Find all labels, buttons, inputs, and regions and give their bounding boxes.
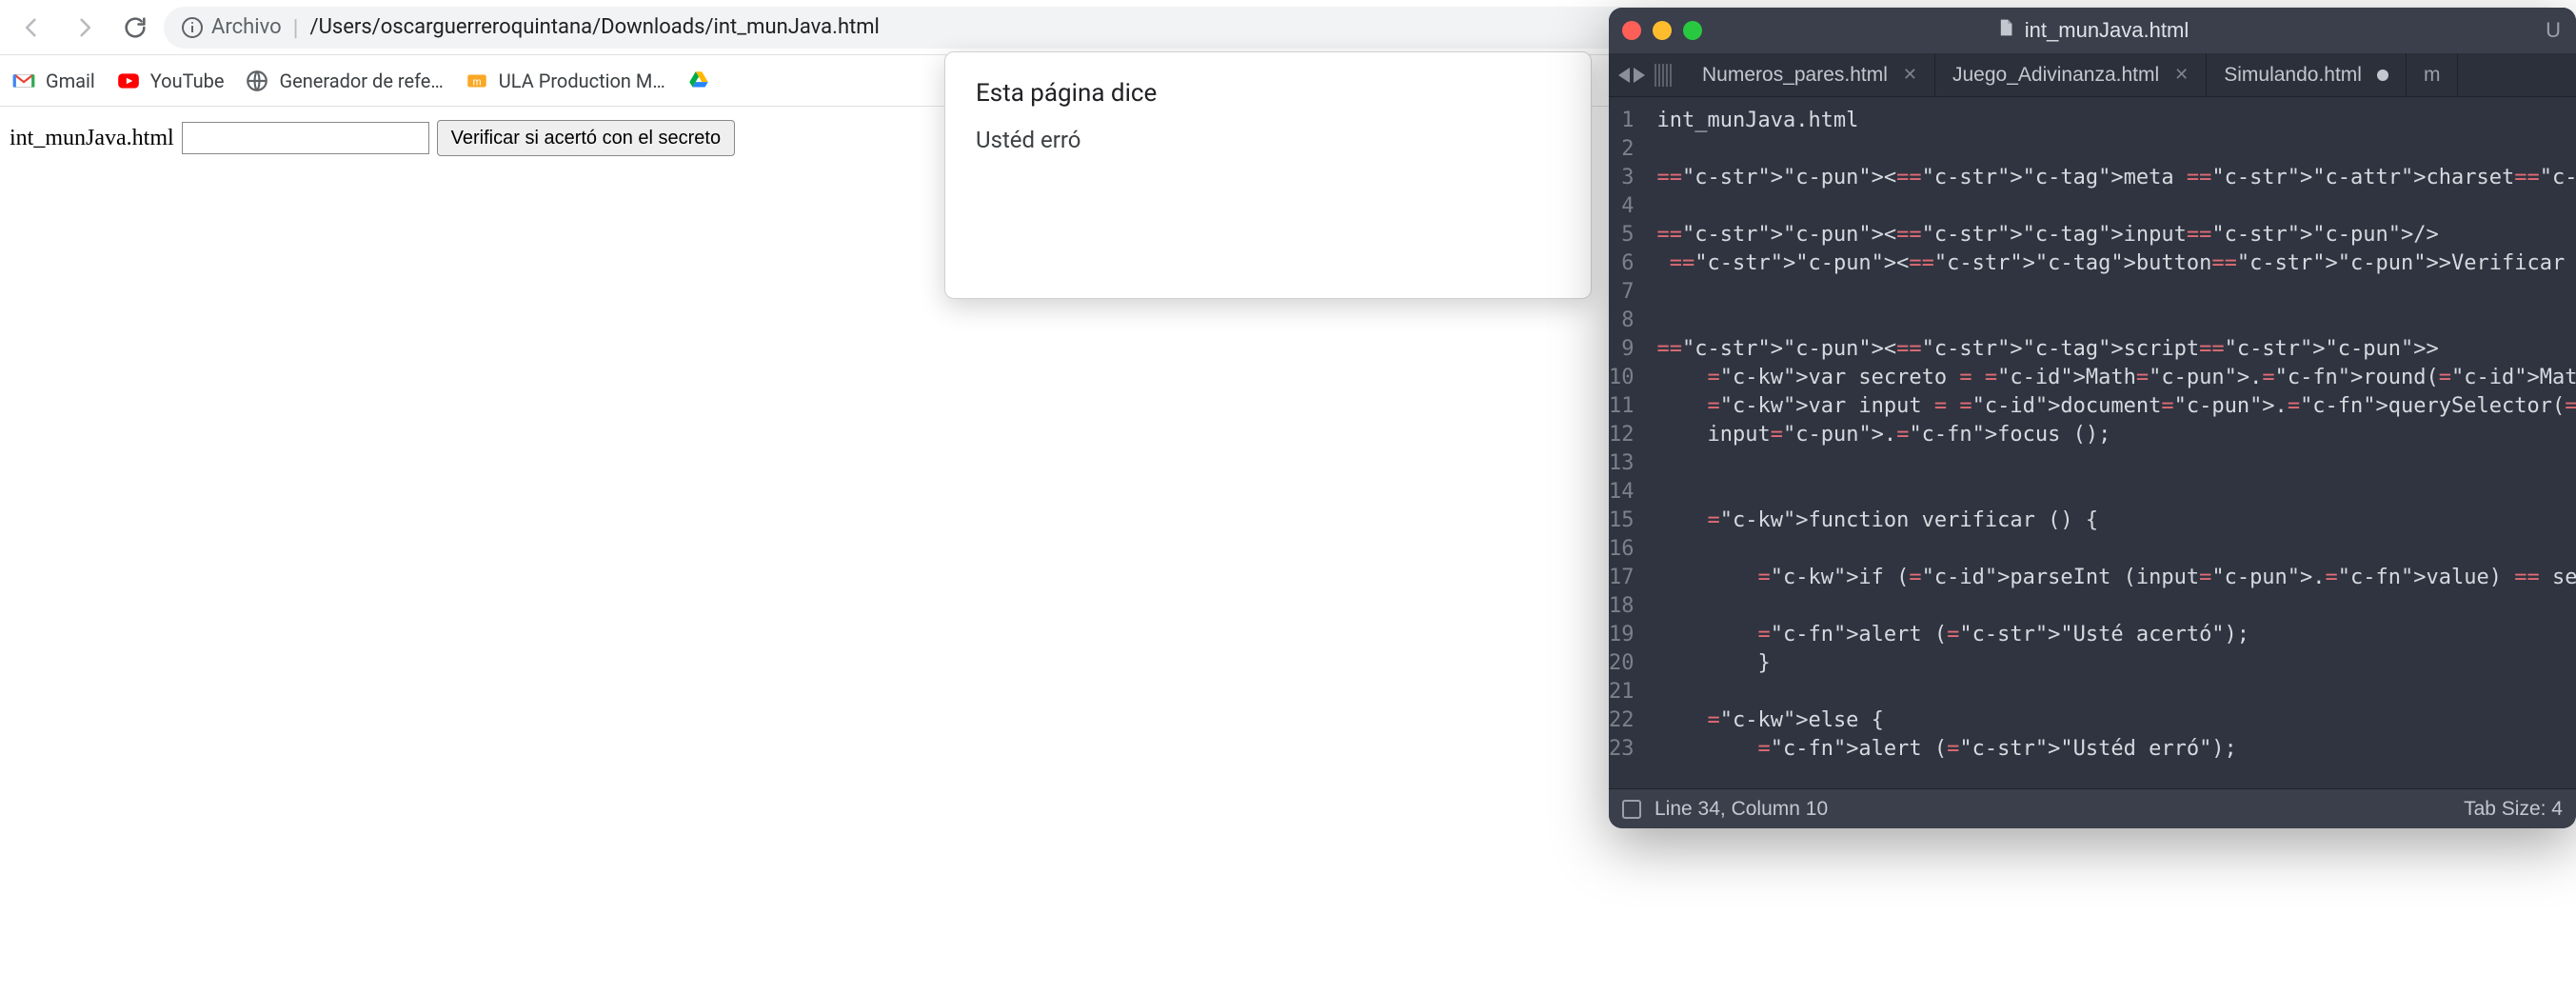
- editor-window-title-text: int_munJava.html: [2025, 18, 2189, 43]
- bookmark-label: ULA Production M…: [499, 70, 665, 92]
- tab-overflow[interactable]: m: [2407, 53, 2459, 96]
- url-separator: |: [289, 14, 303, 41]
- editor-window: int_munJava.html U Numeros_pares.html ✕ …: [1609, 8, 2576, 828]
- page-filename-text: int_munJava.html: [10, 126, 174, 151]
- tab-prev-button[interactable]: [1618, 68, 1630, 83]
- back-button[interactable]: [10, 7, 55, 49]
- tab-numeros-pares[interactable]: Numeros_pares.html ✕: [1685, 53, 1935, 96]
- bookmark-label: Gmail: [46, 70, 95, 92]
- arrow-right-icon: [70, 14, 97, 41]
- close-window-button[interactable]: [1622, 21, 1641, 40]
- tab-dirty-icon: [2377, 70, 2388, 81]
- globe-icon: [245, 69, 269, 93]
- bookmark-generador[interactable]: Generador de refe…: [245, 69, 443, 93]
- reload-icon: [122, 14, 149, 41]
- verify-button[interactable]: Verificar si acertó con el secreto: [437, 120, 735, 156]
- url-scheme: Archivo: [211, 15, 282, 39]
- tab-grip-icon: [1655, 64, 1675, 87]
- tab-overflow-label: m: [2424, 64, 2441, 87]
- forward-button[interactable]: [61, 7, 107, 49]
- editor-titlebar[interactable]: int_munJava.html U: [1609, 8, 2576, 53]
- secret-input[interactable]: [182, 122, 429, 154]
- bookmark-label: YouTube: [150, 70, 225, 92]
- status-tab-size[interactable]: Tab Size: 4: [2464, 798, 2563, 821]
- editor-body: 1 2 3 4 5 6 7 8 9 10 11 12 13 14 15 16 1…: [1609, 97, 2576, 788]
- gmail-icon: [11, 69, 36, 93]
- reload-button[interactable]: [112, 7, 158, 49]
- tab-nav: [1609, 53, 1685, 96]
- zoom-window-button[interactable]: [1683, 21, 1702, 40]
- code-area[interactable]: int_munJava.html =="c-str">"c-pun"><=="c…: [1644, 97, 2576, 788]
- document-icon: [1996, 18, 2015, 43]
- tab-label: Simulando.html: [2224, 64, 2362, 87]
- line-number-gutter: 1 2 3 4 5 6 7 8 9 10 11 12 13 14 15 16 1…: [1609, 97, 1644, 788]
- youtube-icon: [116, 69, 141, 93]
- url-path: /Users/oscarguerreroquintana/Downloads/i…: [310, 15, 880, 39]
- bookmark-gmail[interactable]: Gmail: [11, 69, 95, 93]
- editor-tabbar: Numeros_pares.html ✕ Juego_Adivinanza.ht…: [1609, 53, 2576, 97]
- editor-statusbar: Line 34, Column 10 Tab Size: 4: [1609, 788, 2576, 828]
- svg-text:m: m: [472, 76, 481, 88]
- tab-label: Juego_Adivinanza.html: [1952, 64, 2159, 87]
- ula-icon: m: [465, 69, 489, 93]
- bookmark-label: Generador de refe…: [279, 70, 443, 92]
- status-panel-toggle[interactable]: [1622, 800, 1641, 819]
- window-controls: [1622, 21, 1702, 40]
- editor-window-title: int_munJava.html: [1996, 18, 2189, 43]
- tab-simulando[interactable]: Simulando.html: [2207, 53, 2407, 96]
- tab-next-button[interactable]: [1634, 68, 1645, 83]
- drive-icon: [686, 69, 711, 93]
- tab-close-icon[interactable]: ✕: [1903, 65, 1917, 85]
- alert-message: Ustéd erró: [976, 127, 1560, 153]
- js-alert-dialog: Esta página dice Ustéd erró: [944, 51, 1592, 299]
- alert-title: Esta página dice: [976, 79, 1560, 108]
- tab-label: Numeros_pares.html: [1702, 64, 1888, 87]
- tab-close-icon[interactable]: ✕: [2174, 65, 2189, 85]
- bookmark-ula[interactable]: m ULA Production M…: [465, 69, 665, 93]
- arrow-left-icon: [19, 14, 46, 41]
- titlebar-right-truncated: U: [2546, 18, 2563, 43]
- bookmark-youtube[interactable]: YouTube: [116, 69, 225, 93]
- status-cursor-position: Line 34, Column 10: [1655, 798, 1828, 821]
- bookmark-drive[interactable]: [686, 69, 721, 93]
- tab-juego-adivinanza[interactable]: Juego_Adivinanza.html ✕: [1935, 53, 2207, 96]
- minimize-window-button[interactable]: [1653, 21, 1672, 40]
- info-icon: [181, 16, 204, 39]
